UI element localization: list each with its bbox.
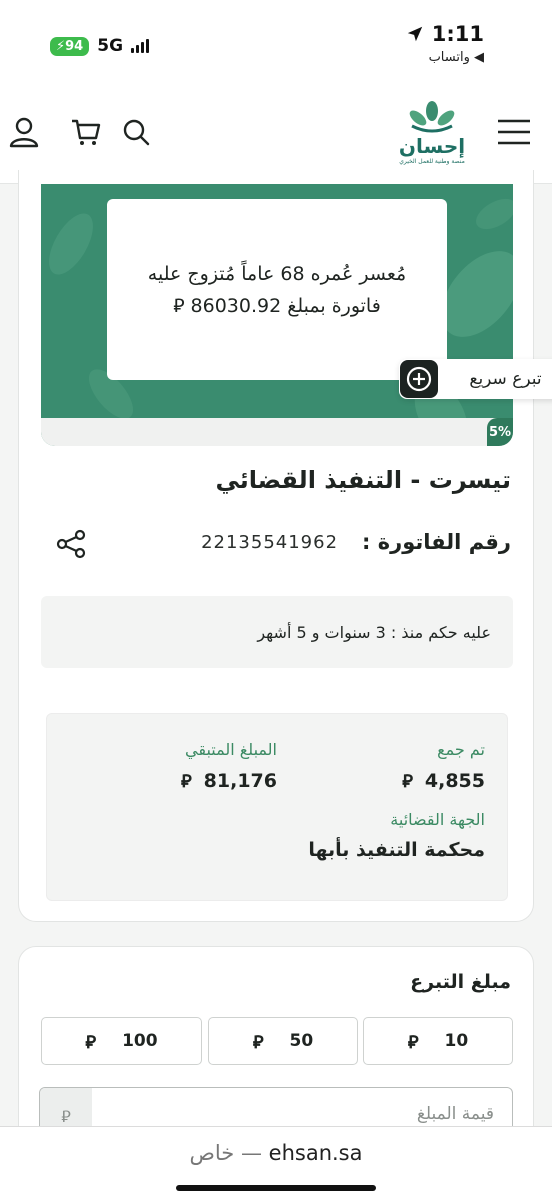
collected-value: 4,855 [424, 769, 485, 792]
remaining-label: المبلغ المتبقي [185, 740, 277, 759]
logo-subtitle: منصة وطنية للعمل الخيري [399, 158, 465, 165]
remaining-stat: المبلغ المتبقي ⃁ 81,176 [181, 740, 277, 792]
currency-icon: ⃁ [407, 1031, 419, 1053]
donation-amount-title: مبلغ التبرع [410, 971, 511, 993]
cart-icon[interactable] [66, 112, 106, 152]
search-icon[interactable] [116, 112, 156, 152]
back-to-app[interactable]: ◀ واتساب [406, 50, 484, 65]
status-left: ⚡94 5G [50, 36, 150, 56]
currency-icon: ⃁ [180, 771, 192, 792]
court-value: محكمة التنفيذ بأبها [308, 839, 485, 861]
remaining-amount: ⃁ 81,176 [180, 769, 277, 793]
logo-text: إحسان [398, 134, 466, 158]
progress-percent: 5% [487, 418, 513, 446]
invoice-row: رقم الفاتورة : 22135541962 [201, 530, 511, 554]
share-icon[interactable] [55, 528, 87, 560]
battery-level: 94 [65, 38, 84, 54]
quick-donate-label: تبرع سريع [469, 369, 542, 389]
judgment-text: عليه حكم منذ : 3 سنوات و 5 أشهر [257, 622, 491, 642]
clock: 1:11 [431, 22, 484, 46]
logo-leaves-icon [409, 101, 455, 133]
court-label: الجهة القضائية [390, 810, 485, 829]
currency-icon: ⃁ [402, 771, 413, 792]
battery-indicator: ⚡94 [50, 36, 90, 56]
case-card: مُعسر عُمره 68 عاماً مُتزوج عليه فاتورة … [18, 170, 552, 922]
domain-label: ehsan.sa [268, 1141, 363, 1165]
judgment-info: عليه حكم منذ : 3 سنوات و 5 أشهر [41, 596, 513, 668]
case-stats: تم جمع ⃁ 4,855 المبلغ المتبقي ⃁ 81,176 ا… [46, 713, 508, 901]
amount-option-label: 50 [289, 1031, 314, 1051]
case-summary-line-2: فاتورة بمبلغ 86030.92 ⃁ [173, 294, 381, 317]
case-summary-box: مُعسر عُمره 68 عاماً مُتزوج عليه فاتورة … [107, 199, 447, 380]
currency-icon: ⃁ [252, 1031, 264, 1053]
amount-option-100[interactable]: ⃁ 100 [41, 1017, 202, 1065]
address-text: خاص — ehsan.sa [0, 1141, 552, 1165]
signal-icon [131, 39, 150, 53]
status-right: 1:11 ◀ واتساب [406, 22, 484, 65]
location-arrow-icon [407, 26, 422, 42]
menu-icon[interactable] [494, 112, 534, 152]
case-summary-line-1: مُعسر عُمره 68 عاماً مُتزوج عليه [147, 262, 407, 285]
invoice-number: 22135541962 [201, 531, 339, 553]
ehsan-logo[interactable]: إحسان منصة وطنية للعمل الخيري [392, 100, 472, 170]
custom-amount-placeholder: قيمة المبلغ [416, 1104, 494, 1124]
browser-address-bar[interactable]: خاص — ehsan.sa [0, 1126, 552, 1200]
network-type: 5G [97, 36, 124, 56]
collected-amount: ⃁ 4,855 [402, 769, 485, 793]
amount-option-label: 10 [444, 1031, 469, 1051]
plus-circle-icon [400, 360, 438, 398]
amount-option-label: 100 [122, 1031, 158, 1051]
court-stat: الجهة القضائية محكمة التنفيذ بأبها [308, 810, 485, 861]
case-hero: مُعسر عُمره 68 عاماً مُتزوج عليه فاتورة … [41, 184, 513, 446]
remaining-value: 81,176 [203, 769, 277, 792]
currency-icon: ⃁ [85, 1031, 97, 1053]
private-label: خاص — [189, 1141, 262, 1165]
user-icon[interactable] [4, 112, 44, 152]
site-header: إحسان منصة وطنية للعمل الخيري [0, 80, 552, 184]
case-title: تيسرت - التنفيذ القضائي [215, 466, 511, 494]
amount-option-50[interactable]: ⃁ 50 [208, 1017, 358, 1065]
quick-donate-button[interactable]: تبرع سريع [399, 359, 552, 399]
invoice-label: رقم الفاتورة : [362, 530, 511, 554]
progress-track [41, 418, 513, 446]
collected-stat: تم جمع ⃁ 4,855 [402, 740, 485, 792]
amount-option-10[interactable]: ⃁ 10 [363, 1017, 513, 1065]
status-bar: ⚡94 5G 1:11 ◀ واتساب [0, 0, 552, 80]
collected-label: تم جمع [437, 740, 485, 759]
home-indicator[interactable] [176, 1185, 376, 1191]
